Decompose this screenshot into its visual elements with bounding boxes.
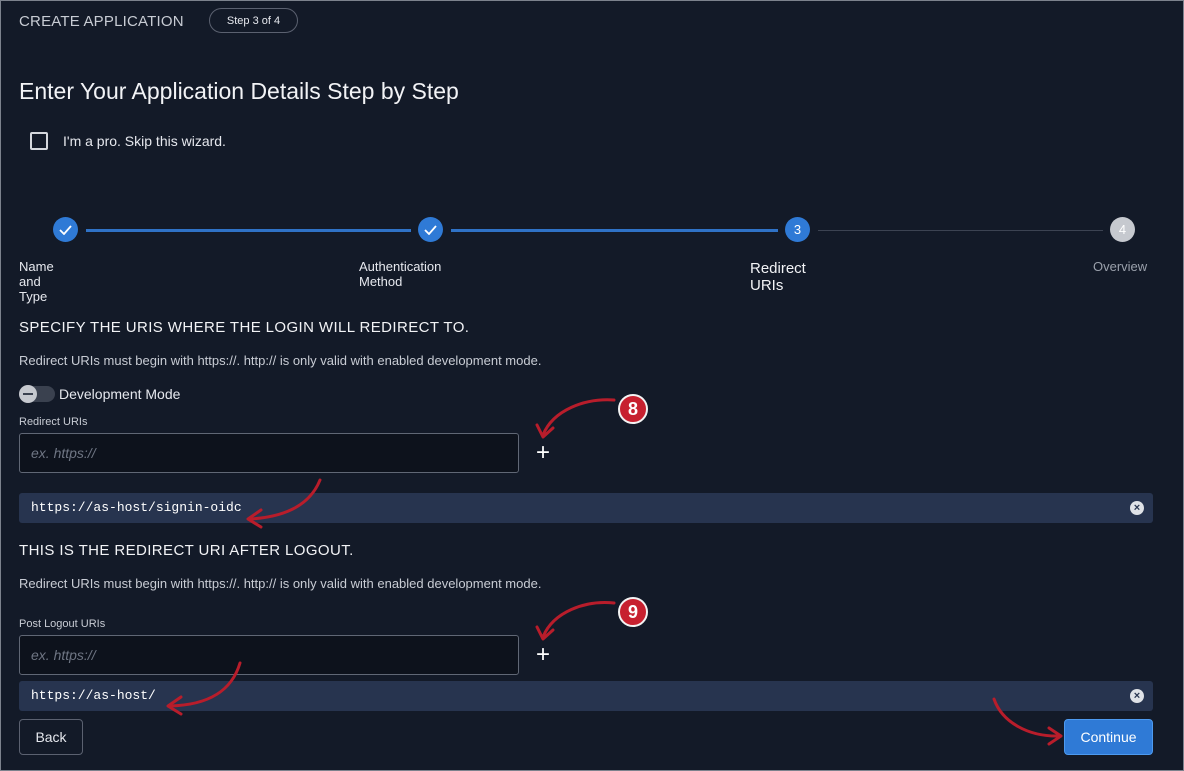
step-indicator-badge: Step 3 of 4 <box>209 8 298 33</box>
step-connector-3 <box>818 230 1103 231</box>
close-circle-icon[interactable]: × <box>1130 689 1144 703</box>
add-post-logout-uri-button[interactable]: + <box>533 641 553 668</box>
step-4-pending[interactable]: 4 <box>1110 217 1135 242</box>
page-title: Enter Your Application Details Step by S… <box>19 78 459 104</box>
toggle-knob <box>19 385 37 403</box>
close-circle-icon[interactable]: × <box>1130 501 1144 515</box>
step-2-complete[interactable] <box>418 217 443 242</box>
redirect-uri-value: https://as-host/signin-oidc <box>31 500 242 515</box>
post-logout-uri-input[interactable] <box>19 635 519 675</box>
step-1-label: Name and Type <box>19 259 54 304</box>
skip-wizard-label[interactable]: I'm a pro. Skip this wizard. <box>63 133 226 149</box>
redirect-section-description: Redirect URIs must begin with https://. … <box>19 353 542 368</box>
annotation-badge-9: 9 <box>618 597 648 627</box>
post-logout-uri-value: https://as-host/ <box>31 688 156 703</box>
step-2-label: Authentication Method <box>359 259 442 289</box>
arrow-to-add-logout <box>541 601 616 639</box>
post-logout-uri-chip: https://as-host/ × <box>19 681 1153 711</box>
check-icon <box>424 224 437 235</box>
redirect-uri-chip: https://as-host/signin-oidc × <box>19 493 1153 523</box>
post-logout-uris-label: Post Logout URIs <box>19 618 106 630</box>
back-button[interactable]: Back <box>19 719 83 755</box>
app-title: CREATE APPLICATION <box>19 13 184 30</box>
arrow-to-add-redirect <box>541 398 616 437</box>
development-mode-toggle[interactable] <box>19 385 55 403</box>
redirect-uri-input[interactable] <box>19 433 519 473</box>
step-4-label: Overview <box>1093 259 1148 274</box>
step-1-complete[interactable] <box>53 217 78 242</box>
logout-section-heading: THIS IS THE REDIRECT URI AFTER LOGOUT. <box>19 542 354 559</box>
continue-button[interactable]: Continue <box>1064 719 1153 755</box>
step-connector-2 <box>451 229 778 232</box>
annotation-badge-8: 8 <box>618 394 648 424</box>
plus-icon: + <box>535 641 550 668</box>
redirect-uris-label: Redirect URIs <box>19 416 88 428</box>
step-3-label: Redirect URIs <box>750 260 806 294</box>
skip-wizard-checkbox[interactable] <box>30 132 48 150</box>
development-mode-label: Development Mode <box>59 386 181 402</box>
logout-section-description: Redirect URIs must begin with https://. … <box>19 576 542 591</box>
check-icon <box>59 224 72 235</box>
add-redirect-uri-button[interactable]: + <box>533 439 553 466</box>
step-connector-1 <box>86 229 411 232</box>
plus-icon: + <box>535 439 550 466</box>
step-3-current[interactable]: 3 <box>785 217 810 242</box>
redirect-section-heading: SPECIFY THE URIS WHERE THE LOGIN WILL RE… <box>19 319 470 336</box>
